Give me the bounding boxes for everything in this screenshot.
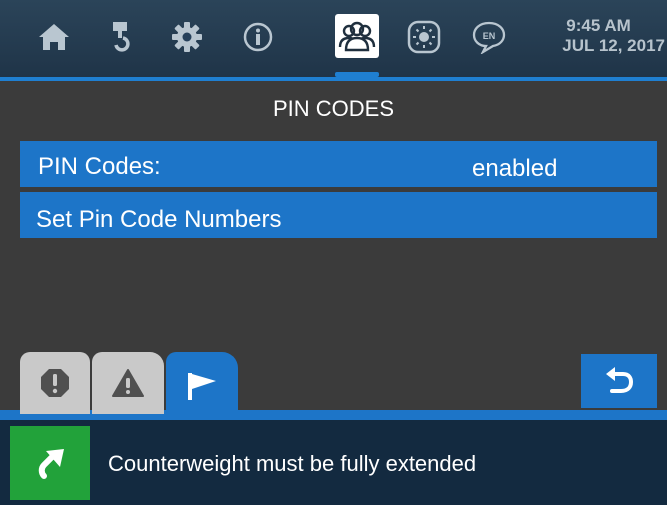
screen: EN 9:45 AM JUL 12, 2017 PIN CODES PIN Co… <box>0 0 667 505</box>
language-icon: EN <box>472 21 506 54</box>
set-pin-code-numbers-row[interactable]: Set Pin Code Numbers <box>20 192 657 238</box>
warning-icon <box>112 369 144 397</box>
top-nav-bar: EN 9:45 AM JUL 12, 2017 <box>0 0 667 78</box>
tab-warnings[interactable] <box>92 352 164 414</box>
users-button[interactable] <box>335 14 379 58</box>
flag-icon <box>188 373 216 400</box>
pin-codes-value: enabled <box>472 155 558 182</box>
header-divider <box>0 77 667 81</box>
page-title: PIN CODES <box>272 96 395 121</box>
clock: 9:45 AM JUL 12, 2017 <box>562 16 665 56</box>
time-text: 9:45 AM <box>566 16 631 35</box>
home-button[interactable] <box>32 12 76 62</box>
info-button[interactable] <box>236 12 280 62</box>
settings-button[interactable] <box>165 12 209 62</box>
date-text: JUL 12, 2017 <box>562 36 665 55</box>
set-pin-code-numbers-label: Set Pin Code Numbers <box>36 206 282 233</box>
back-button[interactable] <box>581 354 657 408</box>
tab-alarms[interactable] <box>20 352 90 414</box>
language-label: EN <box>483 31 496 41</box>
status-message: Counterweight must be fully extended <box>108 451 477 476</box>
return-arrow-icon <box>38 449 64 479</box>
tab-notices[interactable] <box>166 352 238 420</box>
home-icon <box>39 24 69 50</box>
boom-hook-button[interactable] <box>98 12 142 62</box>
back-arrow-icon <box>606 367 634 393</box>
stop-alert-icon <box>41 369 69 397</box>
brightness-button[interactable] <box>402 12 446 62</box>
language-button[interactable]: EN <box>467 12 511 62</box>
boom-hook-icon <box>113 22 130 52</box>
info-icon <box>243 22 273 52</box>
status-icon-box <box>10 426 90 500</box>
pin-codes-row[interactable]: PIN Codes: enabled <box>20 141 657 187</box>
pin-codes-label: PIN Codes: <box>38 153 161 180</box>
brightness-icon <box>407 20 441 54</box>
gear-icon <box>172 22 202 52</box>
users-icon <box>338 21 376 52</box>
